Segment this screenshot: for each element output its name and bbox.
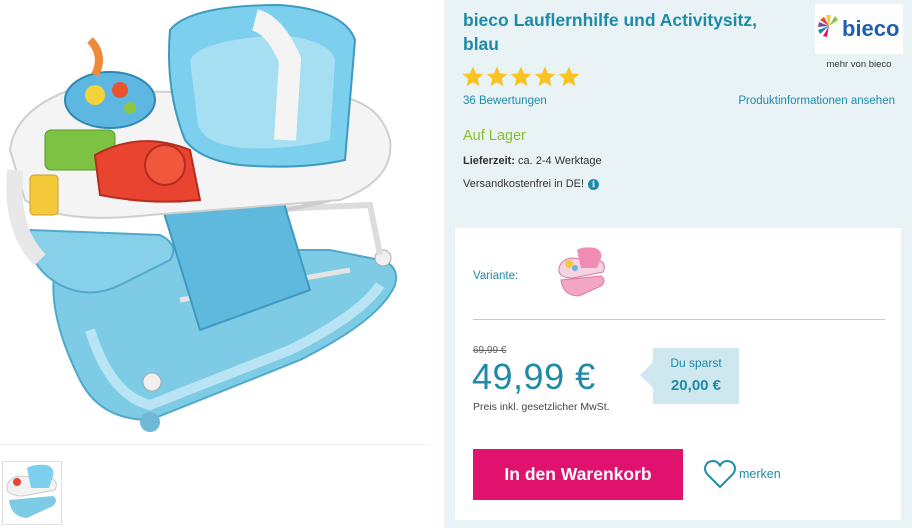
thumbnail-image — [6, 464, 57, 518]
add-to-cart-button[interactable]: In den Warenkorb — [473, 449, 683, 500]
thumbnail-1[interactable] — [2, 461, 62, 525]
logo-wordmark: bieco — [842, 16, 899, 41]
shipping-text: Versandkostenfrei in DE! — [463, 178, 585, 190]
more-from-brand-link[interactable]: mehr von bieco — [811, 59, 907, 70]
stock-status: Auf Lager — [463, 128, 526, 144]
info-icon[interactable]: i — [588, 178, 600, 190]
product-main-image[interactable] — [0, 0, 430, 440]
heart-icon — [704, 459, 736, 489]
variant-label: Variante: — [473, 270, 519, 282]
star-icon — [534, 66, 556, 87]
rating-stars[interactable] — [461, 64, 581, 92]
savings-badge: Du sparst 20,00 € — [640, 348, 739, 404]
buy-box: Variante: 69,99 € 49,99 € Preis inkl. ge… — [455, 228, 901, 520]
variant-option-pink[interactable] — [553, 246, 609, 302]
baby-walker-image — [6, 3, 397, 432]
vat-note: Preis inkl. gesetzlicher MwSt. — [473, 401, 610, 413]
wishlist-label: merken — [739, 467, 781, 481]
product-gallery — [0, 0, 430, 528]
savings-label: Du sparst — [670, 356, 722, 370]
product-info-panel: bieco Lauflernhilfe und Activitysitz, bl… — [444, 0, 912, 528]
product-info-link[interactable]: Produktinformationen ansehen — [738, 95, 895, 107]
delivery-time: Lieferzeit: ca. 2-4 Werktage — [463, 155, 602, 167]
old-price: 69,99 € — [473, 345, 507, 356]
product-title: bieco Lauflernhilfe und Activitysitz, bl… — [463, 10, 757, 54]
star-icon — [486, 66, 508, 87]
divider — [473, 319, 885, 320]
wishlist-button[interactable]: merken — [703, 458, 781, 490]
current-price: 49,99 € — [472, 356, 596, 397]
reviews-link[interactable]: 36 Bewertungen — [463, 95, 547, 107]
star-icon — [462, 66, 484, 87]
star-icon — [510, 66, 532, 87]
star-icon — [558, 66, 580, 87]
delivery-label: Lieferzeit: — [463, 155, 515, 167]
savings-value: 20,00 € — [670, 377, 722, 394]
shipping-info: Versandkostenfrei in DE! i — [463, 178, 600, 190]
thumbnail-strip — [0, 444, 430, 528]
bieco-logo[interactable]: bieco — [815, 4, 903, 54]
variant-image — [558, 247, 605, 297]
delivery-value: ca. 2-4 Werktage — [518, 155, 602, 167]
brand-box: bieco mehr von bieco — [811, 4, 907, 74]
